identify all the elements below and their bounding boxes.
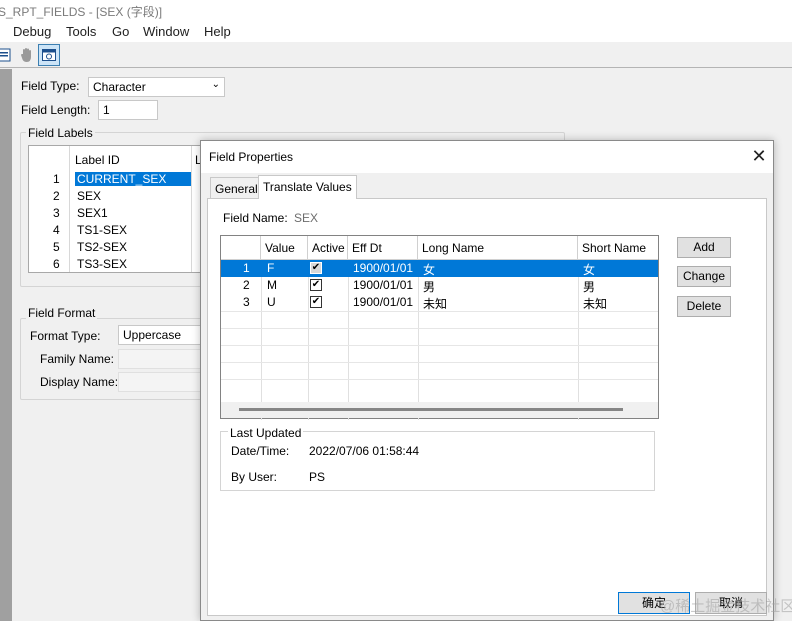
tab-translate-values[interactable]: Translate Values	[258, 175, 357, 199]
cell-long-name: 女	[423, 263, 436, 277]
header-eff-dt: Eff Dt	[348, 236, 418, 260]
field-name-value: SEX	[294, 211, 319, 225]
row-num: 1	[243, 261, 250, 275]
label-row-num: 4	[53, 223, 60, 237]
label-row-id: TS3-SEX	[77, 257, 128, 271]
tab-general[interactable]: General	[210, 177, 263, 198]
header-active: Active	[308, 236, 348, 260]
window-title: PS_RPT_FIELDS - [SEX (字段)]	[0, 5, 163, 19]
menu-tools[interactable]: Tools	[66, 24, 96, 39]
field-labels-grid: Label ID L 1 CURRENT_SEX 2 SEX 3 SEX1 4 …	[28, 145, 208, 273]
field-format-title: Field Format	[26, 306, 98, 320]
menu-go[interactable]: Go	[112, 24, 129, 39]
header-short-name: Short Name	[578, 236, 658, 260]
field-name-label: Field Name:	[223, 211, 288, 225]
hand-icon[interactable]	[16, 44, 38, 66]
label-row-num: 5	[53, 240, 60, 254]
add-button[interactable]: Add	[677, 237, 731, 258]
header-long-name: Long Name	[418, 236, 578, 260]
label-row[interactable]: 1 CURRENT_SEX	[29, 172, 209, 189]
active-checkbox[interactable]: ✔	[310, 279, 322, 291]
window-title-bar: PS_RPT_FIELDS - [SEX (字段)]	[0, 0, 792, 22]
field-length-input[interactable]: 1	[98, 100, 158, 120]
cell-long-name: 未知	[423, 297, 448, 311]
menu-help[interactable]: Help	[204, 24, 231, 39]
cell-short-name: 男	[583, 280, 596, 294]
cell-eff-dt: 1900/01/01	[353, 295, 414, 309]
field-labels-title: Field Labels	[26, 126, 95, 140]
last-updated-group: Date/Time: 2022/07/06 01:58:44 By User: …	[220, 431, 655, 491]
field-type-value: Character	[93, 80, 146, 94]
translate-values-grid: Value Active Eff Dt Long Name Short Name…	[220, 235, 659, 420]
label-row[interactable]: 3 SEX1	[29, 206, 209, 223]
menu-window[interactable]: Window	[143, 24, 189, 39]
format-type-select[interactable]: Uppercase	[118, 325, 208, 345]
table-row[interactable]: 3 U ✔ 1900/01/01 未知 未知	[221, 294, 658, 311]
label-row[interactable]: 6 TS3-SEX	[29, 257, 209, 274]
row-header-corner	[221, 236, 261, 260]
family-name-field[interactable]	[118, 349, 208, 369]
label-row-num: 1	[53, 172, 60, 186]
label-row[interactable]: 4 TS1-SEX	[29, 223, 209, 240]
display-name-field[interactable]	[118, 372, 208, 392]
row-num: 2	[243, 278, 250, 292]
field-length-label: Field Length:	[21, 103, 91, 117]
left-gray-strip	[0, 69, 12, 621]
label-row-id: SEX	[77, 189, 102, 203]
label-row-id: CURRENT_SEX	[75, 172, 191, 186]
delete-button[interactable]: Delete	[677, 296, 731, 317]
last-updated-title: Last Updated	[228, 426, 304, 440]
chevron-down-icon: ⌄	[211, 79, 220, 90]
table-row[interactable]: 2 M ✔ 1900/01/01 男 男	[221, 277, 658, 294]
cell-long-name: 男	[423, 280, 436, 294]
field-type-select[interactable]: Character ⌄	[88, 77, 225, 97]
change-button[interactable]: Change	[677, 266, 731, 287]
window-icon[interactable]	[38, 44, 60, 66]
row-num: 3	[243, 295, 250, 309]
cell-short-name: 女	[583, 263, 596, 277]
display-name-label: Display Name:	[40, 375, 119, 389]
table-row[interactable]: 1 F ✔ 1900/01/01 女 女	[221, 260, 658, 277]
header-value: Value	[261, 236, 308, 260]
user-label: By User:	[231, 470, 278, 484]
translate-values-panel: Field Name: SEX Value Active Eff Dt Long…	[207, 198, 767, 616]
scrollbar-thumb[interactable]	[239, 408, 623, 411]
cell-short-name: 未知	[583, 297, 608, 311]
dialog-title-bar: Field Properties ✕	[201, 141, 773, 173]
label-row-id: TS2-SEX	[77, 240, 128, 254]
label-row-num: 3	[53, 206, 60, 220]
cell-value: M	[267, 278, 277, 292]
cell-eff-dt: 1900/01/01	[353, 261, 414, 275]
cell-eff-dt: 1900/01/01	[353, 278, 414, 292]
menu-debug[interactable]: Debug	[13, 24, 51, 39]
field-type-label: Field Type:	[21, 79, 80, 93]
horizontal-scrollbar[interactable]	[221, 402, 658, 418]
label-row[interactable]: 2 SEX	[29, 189, 209, 206]
user-value: PS	[309, 470, 326, 484]
properties-icon[interactable]	[0, 44, 16, 66]
label-row-id: SEX1	[77, 206, 108, 220]
toolbar	[0, 42, 792, 68]
active-checkbox[interactable]: ✔	[310, 296, 322, 308]
menu-bar: Debug Tools Go Window Help	[0, 22, 792, 42]
cell-value: U	[267, 295, 276, 309]
datetime-label: Date/Time:	[231, 444, 290, 458]
field-properties-dialog: Field Properties ✕ General Translate Val…	[200, 140, 774, 621]
cell-value: F	[267, 261, 275, 275]
label-id-header: Label ID	[75, 153, 120, 167]
label-row-id: TS1-SEX	[77, 223, 128, 237]
format-type-label: Format Type:	[30, 329, 101, 343]
label-row[interactable]: 5 TS2-SEX	[29, 240, 209, 257]
watermark: @稀土掘金技术社区	[660, 598, 792, 615]
close-icon[interactable]: ✕	[749, 146, 769, 166]
dialog-title: Field Properties	[209, 150, 294, 164]
label-row-num: 6	[53, 257, 60, 271]
active-checkbox[interactable]: ✔	[310, 262, 322, 274]
label-row-num: 2	[53, 189, 60, 203]
datetime-value: 2022/07/06 01:58:44	[309, 444, 420, 458]
family-name-label: Family Name:	[40, 352, 115, 366]
